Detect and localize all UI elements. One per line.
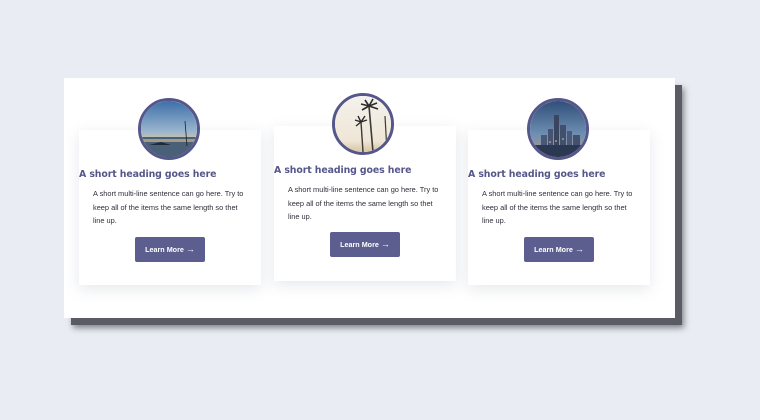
learn-more-button[interactable]: Learn More →: [330, 232, 400, 257]
learn-more-button[interactable]: Learn More →: [524, 237, 594, 262]
card-description: A short multi-line sentence can go here.…: [288, 185, 439, 221]
card-heading: A short heading goes here: [79, 169, 217, 180]
card-description: A short multi-line sentence can go here.…: [482, 189, 633, 225]
learn-more-button[interactable]: Learn More →: [135, 237, 205, 262]
button-label: Learn More: [340, 240, 379, 249]
arrow-right-icon: →: [380, 239, 390, 249]
button-label: Learn More: [145, 245, 184, 254]
card-heading: A short heading goes here: [274, 165, 412, 176]
city-skyline-image: [527, 98, 589, 160]
palm-trees-image: [332, 93, 394, 155]
lake-sunrise-image: [138, 98, 200, 160]
button-label: Learn More: [534, 245, 573, 254]
arrow-right-icon: →: [574, 244, 584, 254]
card-heading: A short heading goes here: [468, 169, 606, 180]
arrow-right-icon: →: [185, 244, 195, 254]
card-description: A short multi-line sentence can go here.…: [93, 189, 244, 225]
